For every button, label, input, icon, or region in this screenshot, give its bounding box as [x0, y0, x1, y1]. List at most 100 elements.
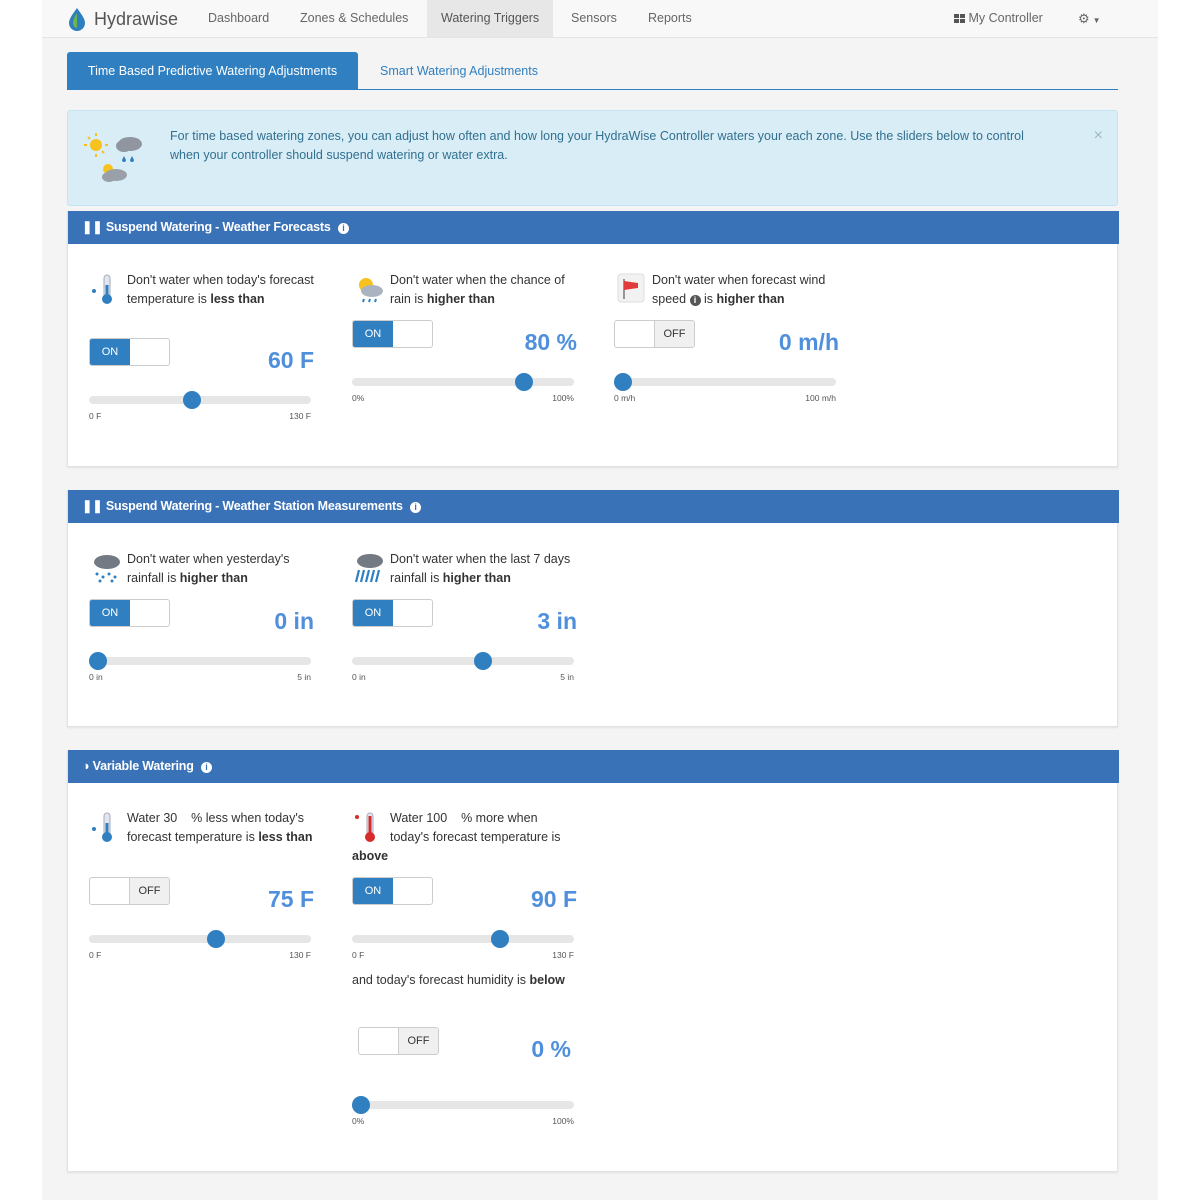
- brand-name: Hydrawise: [94, 8, 179, 29]
- toggle-switch[interactable]: ON: [89, 599, 170, 627]
- toggle-switch[interactable]: ON: [352, 599, 433, 627]
- humidity-toggle-switch[interactable]: OFF: [358, 1027, 439, 1055]
- control-last-7-days-rainfall: Don't water when the last 7 days rainfal…: [352, 550, 577, 710]
- nav-zones-schedules[interactable]: Zones & Schedules: [286, 0, 422, 37]
- slider-handle[interactable]: [490, 930, 509, 948]
- tab-divider: [67, 89, 1118, 90]
- thermometer-hot-icon: [352, 809, 388, 845]
- slider-max-label: 100 m/h: [805, 393, 836, 403]
- settings-menu[interactable]: ⚙ ▼: [1064, 0, 1115, 37]
- slider-handle[interactable]: [182, 391, 201, 409]
- slider-min-label: 0 m/h: [614, 393, 636, 403]
- control-text-bold: less than: [210, 292, 265, 306]
- slider-handle[interactable]: [515, 373, 534, 391]
- control-forecast-temp: Don't water when today's forecast temper…: [89, 271, 314, 441]
- info-icon[interactable]: i: [337, 223, 349, 234]
- slider-track[interactable]: [352, 930, 574, 948]
- toggle-switch[interactable]: OFF: [89, 877, 170, 905]
- slider-min-label: 0%: [352, 1116, 365, 1126]
- brand[interactable]: Hydrawise: [66, 6, 178, 32]
- info-icon[interactable]: i: [689, 295, 701, 306]
- slider-max-label: 5 in: [297, 672, 311, 682]
- nav-dashboard[interactable]: Dashboard: [194, 0, 283, 37]
- gears-icon: ⚙: [1078, 11, 1090, 26]
- nav-reports[interactable]: Reports: [634, 0, 706, 37]
- control-text-bold: above: [352, 849, 389, 863]
- slider-max-label: 130 F: [289, 411, 311, 421]
- humidity-slider-track[interactable]: [352, 1096, 574, 1114]
- panel-weather-station: ❚❚ Suspend Watering - Weather Station Me…: [67, 490, 1119, 727]
- toggle-off-label: OFF: [398, 1028, 438, 1054]
- slider-handle[interactable]: [89, 652, 107, 670]
- control-description: Don't water when the last 7 days rainfal…: [352, 550, 577, 588]
- slider-handle[interactable]: [474, 652, 493, 670]
- panel-title: Suspend Watering - Weather Station Measu…: [105, 499, 403, 513]
- threshold-value: 0 in: [274, 608, 314, 634]
- control-text-bold: higher than: [716, 292, 785, 306]
- alert-message: For time based watering zones, you can a…: [170, 129, 1024, 162]
- control-wind-speed: Don't water when forecast wind speed i i…: [614, 271, 839, 441]
- control-chance-of-rain: Don't water when the chance of rain is h…: [352, 271, 577, 441]
- pause-icon: ❚❚: [82, 499, 103, 513]
- windsock-icon: [614, 271, 650, 307]
- my-controller-label: My Controller: [968, 11, 1043, 25]
- nav-my-controller[interactable]: My Controller: [940, 0, 1057, 37]
- tab-time-based[interactable]: Time Based Predictive Watering Adjustmen…: [67, 52, 358, 90]
- control-text: Water 100 % more when today's forecast t…: [390, 811, 564, 844]
- panel-header: ❚❚ Suspend Watering - Weather Station Me…: [68, 490, 1119, 523]
- slider-max-label: 130 F: [552, 950, 574, 960]
- slider-track[interactable]: [614, 373, 836, 391]
- slider-handle[interactable]: [352, 1096, 370, 1114]
- top-navbar: Hydrawise Dashboard Zones & Schedules Wa…: [42, 0, 1158, 38]
- threshold-value: 75 F: [267, 886, 314, 912]
- threshold-value: 0 m/h: [778, 329, 839, 355]
- slider-max-label: 100%: [552, 393, 574, 403]
- half-circle-icon: ◑: [82, 759, 90, 773]
- sun-cloud-rain-icon: [352, 271, 388, 307]
- nav-watering-triggers[interactable]: Watering Triggers: [427, 0, 554, 37]
- pause-icon: ❚❚: [82, 220, 103, 234]
- info-icon[interactable]: i: [200, 762, 212, 773]
- slider-track[interactable]: [89, 652, 311, 670]
- toggle-off-label: OFF: [654, 321, 694, 347]
- toggle-switch[interactable]: ON: [89, 338, 170, 366]
- control-description: Don't water when today's forecast temper…: [89, 271, 314, 309]
- cloud-heavy-rain-icon: [352, 550, 388, 586]
- tab-smart-watering[interactable]: Smart Watering Adjustments: [362, 52, 556, 90]
- nav-sensors[interactable]: Sensors: [557, 0, 631, 37]
- slider-handle[interactable]: [207, 930, 226, 948]
- humidity-threshold-value: 0 %: [531, 1036, 571, 1062]
- control-yesterday-rainfall: Don't water when yesterday's rainfall is…: [89, 550, 314, 710]
- toggle-on-label: ON: [90, 600, 130, 626]
- toggle-switch[interactable]: ON: [352, 877, 433, 905]
- control-text-bold: higher than: [442, 571, 511, 585]
- panel-header: ❚❚ Suspend Watering - Weather Forecasts …: [68, 211, 1119, 244]
- toggle-switch[interactable]: OFF: [614, 320, 695, 348]
- slider-track[interactable]: [352, 373, 574, 391]
- slider-max-label: 130 F: [289, 950, 311, 960]
- slider-min-label: 0 F: [89, 411, 102, 421]
- slider-min-label: 0 F: [352, 950, 365, 960]
- slider-handle[interactable]: [614, 373, 632, 391]
- caret-down-icon: ▼: [1092, 16, 1101, 25]
- cloud-snow-rain-icon: [89, 550, 125, 586]
- grid-icon: [954, 14, 965, 23]
- slider-track[interactable]: [89, 930, 311, 948]
- toggle-switch[interactable]: ON: [352, 320, 433, 348]
- panel-weather-forecasts: ❚❚ Suspend Watering - Weather Forecasts …: [67, 211, 1119, 467]
- control-text-bold: higher than: [179, 571, 248, 585]
- toggle-on-label: ON: [90, 339, 130, 365]
- slider-track[interactable]: [89, 391, 311, 409]
- control-description: Don't water when forecast wind speed i i…: [614, 271, 839, 309]
- thermometer-cold-icon: [89, 809, 125, 845]
- close-icon[interactable]: ×: [1094, 127, 1103, 145]
- slider-track[interactable]: [352, 652, 574, 670]
- page: Hydrawise Dashboard Zones & Schedules Wa…: [0, 0, 1200, 1200]
- control-description: Water 30 % less when today's forecast te…: [89, 809, 314, 847]
- control-text: and today's forecast humidity is: [352, 973, 530, 987]
- control-description: Don't water when the chance of rain is h…: [352, 271, 577, 309]
- threshold-value: 90 F: [530, 886, 577, 912]
- panel-title: Suspend Watering - Weather Forecasts: [105, 220, 331, 234]
- info-icon[interactable]: i: [410, 502, 422, 513]
- control-water-less: Water 30 % less when today's forecast te…: [89, 809, 314, 979]
